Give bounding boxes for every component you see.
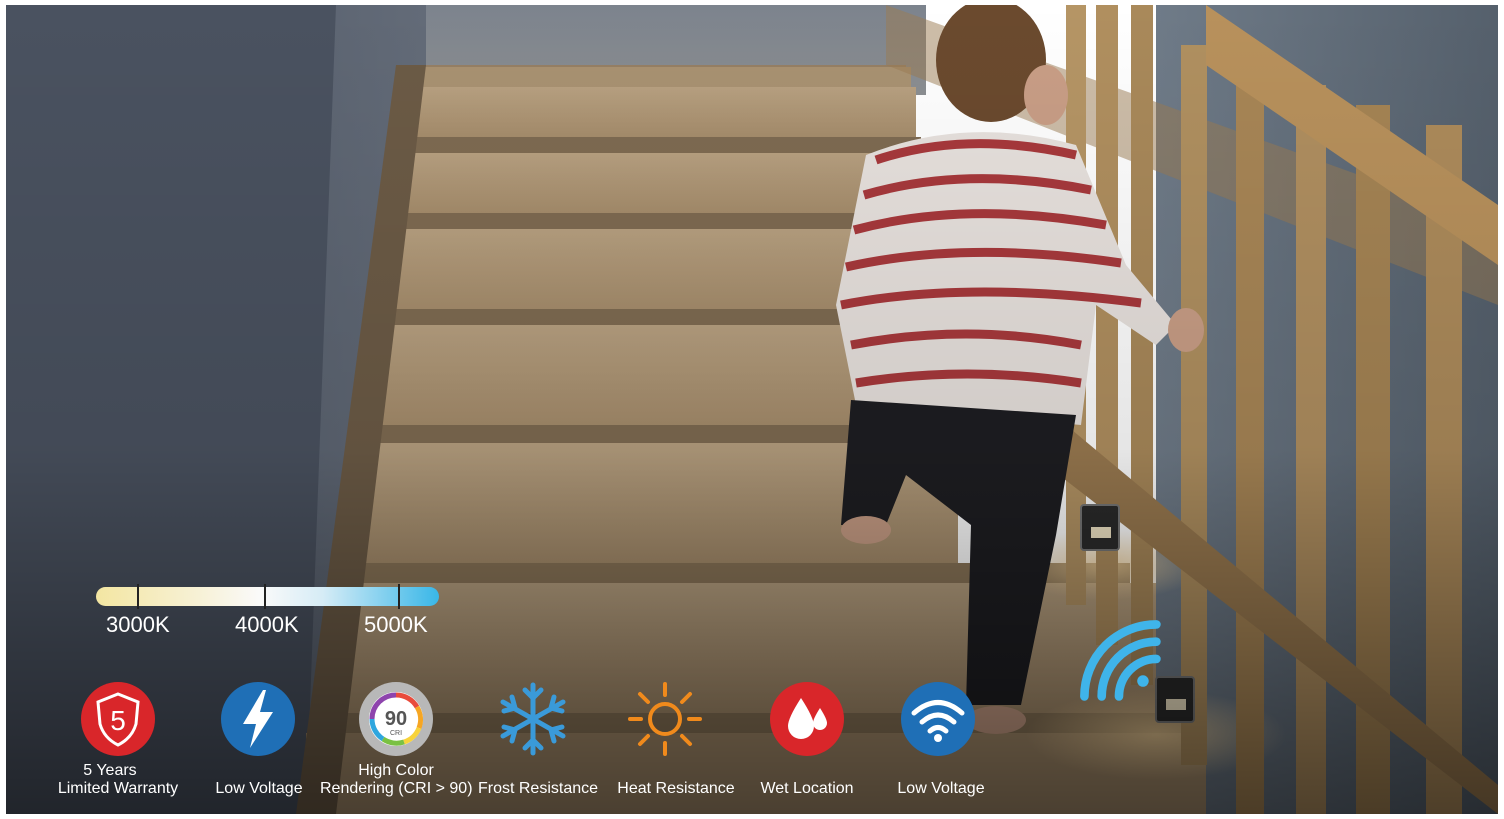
wireless-signal-icon xyxy=(1080,620,1161,701)
feature-low-voltage-label: Low Voltage xyxy=(215,780,303,797)
warranty-shield-icon: 5 xyxy=(81,682,155,756)
color-temperature-scale: 3000K 4000K 5000K xyxy=(96,584,446,647)
lightning-bolt-icon xyxy=(221,682,295,756)
cri-badge-icon: 90 CRI xyxy=(359,682,433,756)
scale-label-3000k: 3000K xyxy=(106,612,170,637)
scale-label-5000k: 5000K xyxy=(364,612,428,637)
water-drops-icon xyxy=(770,682,844,756)
feature-heat-resistance-label: Heat Resistance xyxy=(617,780,735,797)
feature-wifi-low-voltage-label: Low Voltage xyxy=(897,780,985,797)
feature-warranty-label-line1: 5 Years xyxy=(83,762,137,779)
feature-cri-label-line1: High Color xyxy=(358,762,434,779)
cri-sub-label: CRI xyxy=(390,730,402,737)
hero-image-frame: 3000K 4000K 5000K 5 5 Years Limited Warr… xyxy=(6,5,1498,814)
color-temperature-gradient-bar xyxy=(96,587,439,606)
warranty-years-number: 5 xyxy=(110,705,126,736)
wifi-icon xyxy=(901,682,975,756)
scale-tick-3000k xyxy=(137,584,139,609)
snowflake-icon xyxy=(500,682,566,756)
scale-tick-5000k xyxy=(398,584,400,609)
sun-icon xyxy=(628,682,702,756)
scale-tick-4000k xyxy=(264,584,266,609)
feature-warranty-label-line2: Limited Warranty xyxy=(57,780,179,797)
cri-value: 90 xyxy=(385,708,407,730)
feature-cri-label-line2: Rendering (CRI > 90) xyxy=(320,780,473,797)
feature-wet-location-label: Wet Location xyxy=(760,780,854,797)
feature-frost-resistance-label: Frost Resistance xyxy=(477,780,599,797)
scale-label-4000k: 4000K xyxy=(235,612,299,637)
